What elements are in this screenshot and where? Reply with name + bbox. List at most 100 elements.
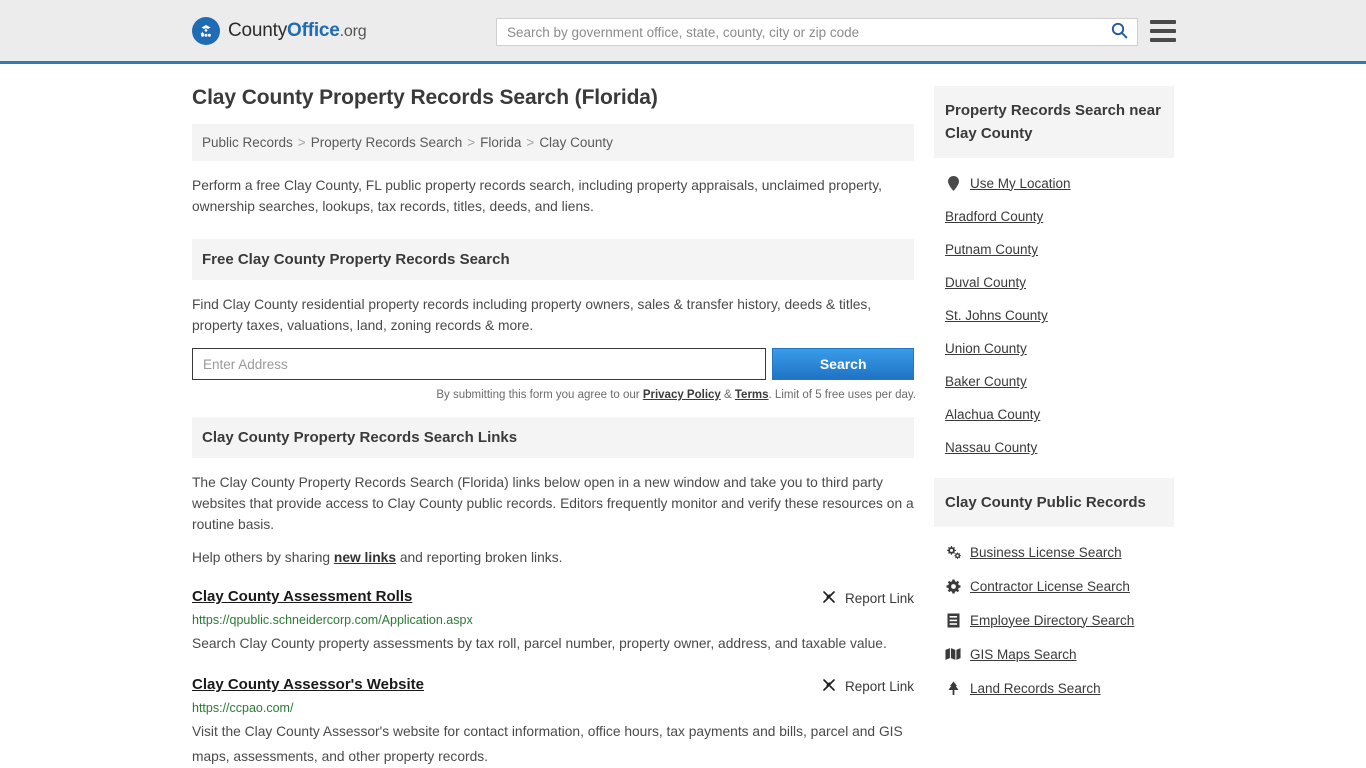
sidebar-item-label[interactable]: Contractor License Search: [970, 579, 1130, 594]
report-link-button[interactable]: Report Link: [821, 676, 914, 696]
sidebar-item-label[interactable]: Use My Location: [970, 176, 1071, 191]
tree-icon: [945, 680, 961, 696]
logo-text-office: Office: [287, 19, 340, 41]
public-records-card-list: Business License Search Contractor Licen…: [934, 527, 1174, 705]
sidebar-item-label[interactable]: GIS Maps Search: [970, 647, 1077, 662]
sidebar-item-bradford-county[interactable]: Bradford County: [934, 200, 1174, 233]
disclaimer-suffix: . Limit of 5 free uses per day.: [768, 389, 916, 401]
terms-link[interactable]: Terms: [735, 389, 769, 401]
cog-icon: [945, 578, 961, 594]
breadcrumb-item-0[interactable]: Public Records: [202, 135, 293, 150]
public-records-card-heading: Clay County Public Records: [934, 478, 1174, 527]
page-container: Clay County Property Records Search (Flo…: [0, 64, 1366, 768]
result-title-link[interactable]: Clay County Assessment Rolls: [192, 588, 412, 605]
site-header: CountyOffice.org: [0, 0, 1366, 64]
logo-wordmark: CountyOffice.org: [228, 19, 367, 42]
sidebar-item-label[interactable]: Putnam County: [945, 242, 1038, 257]
page-title: Clay County Property Records Search (Flo…: [192, 86, 658, 109]
sidebar-item-land-records-search[interactable]: Land Records Search: [934, 671, 1174, 705]
result-header: Clay County Assessor's Website Report Li…: [192, 676, 914, 696]
sidebar-item-label[interactable]: Business License Search: [970, 545, 1122, 560]
help-prefix: Help others by sharing: [192, 550, 334, 565]
eagle-seal-icon: [192, 16, 220, 45]
breadcrumb-separator: >: [526, 135, 535, 150]
sidebar-item-employee-directory-search[interactable]: Employee Directory Search: [934, 603, 1174, 637]
disclaimer-prefix: By submitting this form you agree to our: [436, 389, 643, 401]
report-link-button[interactable]: Report Link: [821, 588, 914, 608]
report-link-label: Report Link: [844, 679, 914, 694]
result-url: https://qpublic.schneidercorp.com/Applic…: [192, 613, 473, 627]
links-section-help: Help others by sharing new links and rep…: [192, 547, 914, 568]
sidebar-item-baker-county[interactable]: Baker County: [934, 365, 1174, 398]
sidebar-item-contractor-license-search[interactable]: Contractor License Search: [934, 569, 1174, 603]
address-search-form: Search: [192, 348, 914, 380]
sidebar-item-union-county[interactable]: Union County: [934, 332, 1174, 365]
result-item: Clay County Assessor's Website Report Li…: [192, 676, 914, 768]
links-section-heading: Clay County Property Records Search Link…: [192, 417, 914, 458]
breadcrumb-item-1[interactable]: Property Records Search: [311, 135, 463, 150]
links-section-body: The Clay County Property Records Search …: [192, 458, 914, 768]
result-header: Clay County Assessment Rolls Report Link: [192, 588, 914, 608]
help-suffix: and reporting broken links.: [396, 550, 563, 565]
sidebar-item-label[interactable]: Employee Directory Search: [970, 613, 1134, 628]
form-disclaimer: By submitting this form you agree to our…: [192, 389, 916, 401]
nearby-card-heading: Property Records Search near Clay County: [934, 86, 1174, 158]
sidebar-item-label[interactable]: Duval County: [945, 275, 1026, 290]
result-description: Visit the Clay County Assessor's website…: [192, 724, 903, 764]
search-icon: [1111, 22, 1128, 42]
sidebar-item-label[interactable]: Nassau County: [945, 440, 1037, 455]
result-description: Search Clay County property assessments …: [192, 636, 887, 651]
breadcrumb-item-3[interactable]: Clay County: [539, 135, 613, 150]
sidebar-item-label[interactable]: Land Records Search: [970, 681, 1101, 696]
sidebar: Property Records Search near Clay County…: [934, 64, 1174, 705]
search-submit-button[interactable]: [1101, 19, 1137, 45]
logo-text-county: County: [228, 19, 288, 41]
book-icon: [945, 612, 961, 628]
cogs-icon: [945, 544, 961, 560]
breadcrumb-separator: >: [467, 135, 476, 150]
search-input[interactable]: [497, 19, 1101, 45]
global-search-bar[interactable]: [496, 18, 1138, 46]
logo-text-org: .org: [339, 22, 367, 40]
sidebar-item-st-johns-county[interactable]: St. Johns County: [934, 299, 1174, 332]
free-search-description: Find Clay County residential property re…: [192, 297, 872, 333]
address-search-button[interactable]: Search: [772, 348, 914, 380]
free-search-heading: Free Clay County Property Records Search: [192, 239, 914, 280]
map-pin-icon: [945, 175, 961, 191]
nearby-card-list: Use My Location Bradford County Putnam C…: [934, 158, 1174, 464]
result-title-link[interactable]: Clay County Assessor's Website: [192, 676, 424, 693]
sidebar-item-gis-maps-search[interactable]: GIS Maps Search: [934, 637, 1174, 671]
map-icon: [945, 646, 961, 662]
free-search-body: Find Clay County residential property re…: [192, 280, 916, 401]
sidebar-item-label[interactable]: Baker County: [945, 374, 1027, 389]
hamburger-menu-icon[interactable]: [1150, 20, 1176, 42]
breadcrumb-separator: >: [297, 135, 306, 150]
report-link-label: Report Link: [844, 591, 914, 606]
sidebar-item-use-my-location[interactable]: Use My Location: [934, 166, 1174, 200]
new-links-link[interactable]: new links: [334, 550, 396, 565]
result-item: Clay County Assessment Rolls Report Link…: [192, 588, 914, 656]
sidebar-item-label[interactable]: Union County: [945, 341, 1027, 356]
breadcrumb: Public Records > Property Records Search > F…: [192, 124, 914, 161]
address-input[interactable]: [192, 348, 767, 380]
main-content: Clay County Property Records Search (Flo…: [192, 64, 916, 768]
sidebar-item-label[interactable]: St. Johns County: [945, 308, 1048, 323]
privacy-policy-link[interactable]: Privacy Policy: [643, 389, 721, 401]
hamburger-bar-3: [1150, 38, 1176, 42]
sidebar-item-label[interactable]: Alachua County: [945, 407, 1040, 422]
links-section-paragraph: The Clay County Property Records Search …: [192, 475, 914, 532]
site-logo[interactable]: CountyOffice.org: [192, 16, 367, 45]
intro-paragraph: Perform a free Clay County, FL public pr…: [192, 178, 882, 214]
sidebar-item-nassau-county[interactable]: Nassau County: [934, 431, 1174, 464]
sidebar-item-alachua-county[interactable]: Alachua County: [934, 398, 1174, 431]
sidebar-item-duval-county[interactable]: Duval County: [934, 266, 1174, 299]
hamburger-bar-2: [1150, 29, 1176, 33]
hamburger-bar-1: [1150, 20, 1176, 24]
breadcrumb-item-2[interactable]: Florida: [480, 135, 521, 150]
sidebar-item-business-license-search[interactable]: Business License Search: [934, 535, 1174, 569]
disclaimer-amp: &: [720, 389, 735, 401]
sidebar-item-label[interactable]: Bradford County: [945, 209, 1043, 224]
broken-link-icon: [821, 677, 837, 696]
sidebar-item-putnam-county[interactable]: Putnam County: [934, 233, 1174, 266]
